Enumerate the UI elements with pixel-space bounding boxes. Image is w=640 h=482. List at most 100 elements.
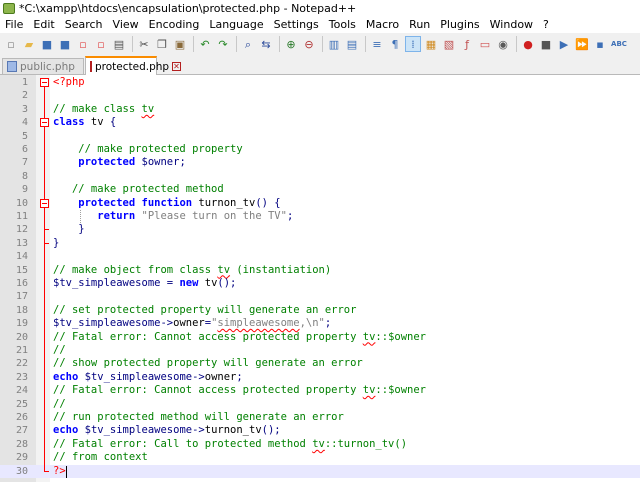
doc-map-icon[interactable]: ▧: [441, 36, 457, 52]
find-icon[interactable]: ⌕: [240, 36, 256, 52]
code-line[interactable]: 10 protected function turnon_tv() {: [0, 197, 640, 210]
word-wrap-icon[interactable]: ≡: [369, 36, 385, 52]
code-line[interactable]: 2: [0, 89, 640, 102]
line-number: 12: [15, 224, 28, 236]
code-token: ->: [192, 424, 205, 437]
line-number: 23: [15, 371, 28, 383]
code-token: // make class: [53, 102, 142, 115]
print-icon[interactable]: ▤: [111, 36, 127, 52]
code-line[interactable]: 26 // run protected method will generate …: [0, 411, 640, 424]
code-token: ->: [160, 317, 174, 330]
indent-guide-icon[interactable]: ⁞: [405, 36, 421, 52]
run-macro-multiple-icon[interactable]: ⏩: [574, 36, 590, 52]
close-tab-icon[interactable]: ✕: [172, 62, 181, 71]
menu-macro[interactable]: Macro: [361, 18, 404, 31]
tab-protected-php[interactable]: protected.php ✕: [85, 56, 181, 75]
code-line[interactable]: 24 // Fatal error: Cannot access protecte…: [0, 384, 640, 397]
misspelled-token: tv: [217, 263, 231, 276]
code-line[interactable]: 20 // Fatal error: Cannot access protecte…: [0, 331, 640, 344]
code-line[interactable]: 7 protected $owner;: [0, 156, 640, 169]
close-icon[interactable]: ▫: [75, 36, 91, 52]
menu-help[interactable]: ?: [538, 18, 554, 31]
code-editor[interactable]: 1 <?php 2 3// make class tv 4 class tv {5 6 //…: [0, 75, 640, 482]
save-all-icon[interactable]: ■: [57, 36, 73, 52]
code-line[interactable]: 13}: [0, 237, 640, 250]
menu-edit[interactable]: Edit: [28, 18, 59, 31]
replace-icon[interactable]: ⇆: [258, 36, 274, 52]
sync-horizontal-icon[interactable]: ▤: [344, 36, 360, 52]
record-macro-icon[interactable]: ●: [520, 36, 536, 52]
cut-icon[interactable]: ✂: [136, 36, 152, 52]
menu-file[interactable]: File: [0, 18, 28, 31]
play-macro-icon[interactable]: ▶: [556, 36, 572, 52]
open-file-icon[interactable]: ▰: [21, 36, 37, 52]
code-line[interactable]: 1 <?php: [0, 76, 640, 89]
misspelled-token: tv: [312, 437, 325, 450]
code-line[interactable]: 22 // show protected property will genera…: [0, 357, 640, 370]
zoom-in-icon[interactable]: ⊕: [283, 36, 299, 52]
code-token: "Please turn on the TV": [141, 210, 287, 222]
menu-plugins[interactable]: Plugins: [435, 18, 484, 31]
code-line[interactable]: 23 echo $tv_simpleawesome->owner;: [0, 371, 640, 384]
fold-toggle-icon[interactable]: [40, 78, 49, 87]
code-line[interactable]: 17: [0, 290, 640, 303]
tab-public-php[interactable]: public.php: [2, 58, 84, 74]
menu-search[interactable]: Search: [60, 18, 108, 31]
code-line[interactable]: 15 // make object from class tv (instanti…: [0, 264, 640, 277]
fold-toggle-icon[interactable]: [40, 118, 49, 128]
copy-icon[interactable]: ❐: [154, 36, 170, 52]
code-line[interactable]: 27 echo $tv_simpleawesome->turnon_tv();: [0, 424, 640, 437]
code-line[interactable]: 30 ?>: [0, 464, 640, 478]
menu-tools[interactable]: Tools: [324, 18, 361, 31]
code-line[interactable]: 18 // set protected property will generat…: [0, 304, 640, 317]
menu-encoding[interactable]: Encoding: [144, 18, 205, 31]
code-line[interactable]: 9 // make protected method: [0, 183, 640, 196]
code-line[interactable]: 29 // from context: [0, 451, 640, 464]
code-line[interactable]: 19 $tv_simpleawesome->owner="simpleawesom…: [0, 317, 640, 330]
all-chars-icon[interactable]: ¶: [387, 36, 403, 52]
stop-record-icon[interactable]: ■: [538, 36, 554, 52]
menu-language[interactable]: Language: [204, 18, 268, 31]
sync-vertical-icon[interactable]: ▥: [326, 36, 342, 52]
line-code: // run protected method will generate an…: [53, 411, 344, 424]
line-number: 18: [15, 304, 28, 316]
zoom-out-icon[interactable]: ⊖: [301, 36, 317, 52]
save-icon[interactable]: ■: [39, 36, 55, 52]
menu-run[interactable]: Run: [404, 18, 435, 31]
code-line[interactable]: 4 class tv {: [0, 116, 640, 129]
close-all-icon[interactable]: ▫: [93, 36, 109, 52]
line-number: 27: [15, 425, 28, 437]
fold-toggle-icon[interactable]: [40, 198, 49, 208]
code-line[interactable]: 21 //: [0, 344, 640, 357]
line-code: $tv_simpleawesome->owner="simpleawesome,…: [53, 317, 331, 330]
menu-window[interactable]: Window: [485, 18, 538, 31]
code-token: echo: [53, 370, 79, 383]
code-line[interactable]: 5: [0, 130, 640, 143]
toolbar-separator: [365, 36, 366, 52]
code-line[interactable]: 16 $tv_simpleawesome = new tv();: [0, 277, 640, 290]
spell-check-icon[interactable]: ABC: [610, 36, 628, 52]
redo-icon[interactable]: ↷: [215, 36, 231, 52]
new-file-icon[interactable]: ▫: [3, 36, 19, 52]
code-line[interactable]: 14: [0, 250, 640, 263]
code-line[interactable]: 6 // make protected property: [0, 143, 640, 156]
code-line[interactable]: 3 // make class tv: [0, 103, 640, 116]
code-line[interactable]: 11 return "Please turn on the TV";: [0, 210, 640, 223]
line-number: 17: [15, 291, 28, 303]
menu-settings[interactable]: Settings: [269, 18, 324, 31]
code-line[interactable]: 12 }: [0, 223, 640, 236]
paste-icon[interactable]: ▣: [172, 36, 188, 52]
code-line[interactable]: 28 // Fatal error: Call to protected meth…: [0, 438, 640, 451]
fold-end-marker: [44, 229, 49, 231]
function-list-icon[interactable]: ƒ: [459, 36, 475, 52]
folder-workspace-icon[interactable]: ▭: [477, 36, 493, 52]
code-token: owner: [204, 370, 237, 383]
code-line[interactable]: 25 //: [0, 398, 640, 411]
save-macro-icon[interactable]: ▪: [592, 36, 608, 52]
define-language-icon[interactable]: ▦: [423, 36, 439, 52]
code-line[interactable]: 8: [0, 170, 640, 183]
undo-icon[interactable]: ↶: [197, 36, 213, 52]
monitoring-icon[interactable]: ◉: [495, 36, 511, 52]
toolbar-separator: [516, 36, 517, 52]
menu-view[interactable]: View: [108, 18, 144, 31]
